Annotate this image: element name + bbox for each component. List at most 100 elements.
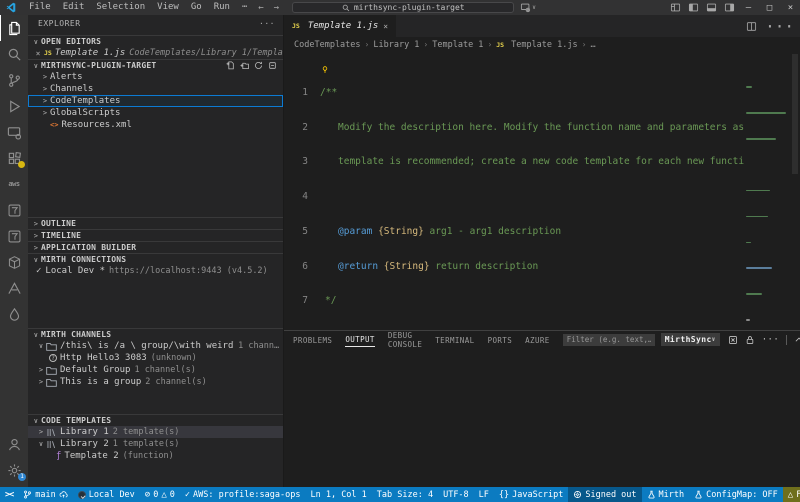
- explorer-more-actions-icon[interactable]: ···: [259, 19, 275, 28]
- library-row[interactable]: > Library 1 2 template(s): [28, 426, 283, 438]
- toggle-panel-icon[interactable]: [703, 1, 719, 14]
- customize-layout-icon[interactable]: [667, 1, 683, 14]
- close-window-button[interactable]: ×: [781, 0, 800, 15]
- settings-button[interactable]: 1: [0, 457, 28, 483]
- channel-group-row[interactable]: > Default Group 1 channel(s): [28, 364, 283, 376]
- mirth-channels-header[interactable]: ∨ MIRTH CHANNELS: [28, 328, 283, 340]
- tab-template-1-js[interactable]: JS Template 1.js ×: [284, 15, 398, 37]
- language-status[interactable]: {} JavaScript: [494, 487, 568, 502]
- tab-problems[interactable]: PROBLEMS: [293, 333, 332, 347]
- channel-group-row[interactable]: > This is a group 2 channel(s): [28, 376, 283, 388]
- menu-go[interactable]: Go: [185, 0, 208, 15]
- outline-header[interactable]: > OUTLINE: [28, 217, 283, 229]
- project-root-header[interactable]: ∨ MIRTHSYNC-PLUGIN-TARGET: [28, 59, 283, 71]
- tab-debug-console[interactable]: DEBUG CONSOLE: [388, 328, 422, 351]
- activity-source-control-button[interactable]: [0, 67, 28, 93]
- minimap[interactable]: [744, 62, 790, 322]
- open-editors-header[interactable]: ∨ OPEN EDITORS: [28, 35, 283, 47]
- activity-run-debug-button[interactable]: [0, 93, 28, 119]
- breadcrumb-item[interactable]: Library 1: [373, 40, 419, 50]
- breadcrumb-item[interactable]: CodeTemplates: [294, 40, 361, 50]
- output-content[interactable]: [284, 348, 800, 487]
- tree-item-codetemplates[interactable]: > CodeTemplates: [28, 95, 283, 107]
- open-editor-item[interactable]: × JS Template 1.js CodeTemplates/Library…: [28, 47, 283, 59]
- menu-selection[interactable]: Selection: [90, 0, 151, 15]
- panel-more-actions-icon[interactable]: ···: [762, 335, 779, 345]
- new-file-icon[interactable]: [226, 61, 235, 70]
- breadcrumb-item[interactable]: Template 1: [432, 40, 483, 50]
- menu-view[interactable]: View: [151, 0, 185, 15]
- mirth-connection-item[interactable]: ✓ Local Dev * https://localhost:9443 (v4…: [28, 265, 283, 277]
- code-editor[interactable]: 1/** 2 Modify the description here. Modif…: [284, 52, 800, 330]
- timeline-header[interactable]: > TIMELINE: [28, 229, 283, 241]
- lock-auto-scroll-icon[interactable]: [745, 335, 755, 345]
- output-filter-input[interactable]: [562, 333, 655, 346]
- menu-file[interactable]: File: [23, 0, 57, 15]
- channel-group-row[interactable]: ∨ /this\ is /a \ group/\with weird\chara…: [28, 340, 283, 352]
- encoding-status[interactable]: UTF-8: [438, 487, 474, 502]
- configmap-status[interactable]: ConfigMap: OFF: [689, 487, 783, 502]
- accounts-button[interactable]: [0, 431, 28, 457]
- split-editor-icon[interactable]: [746, 21, 757, 32]
- collapse-all-icon[interactable]: [268, 61, 277, 70]
- toggle-secondary-sidebar-icon[interactable]: [721, 1, 737, 14]
- remote-indicator[interactable]: ><: [0, 487, 18, 502]
- maximize-button[interactable]: □: [760, 0, 779, 15]
- tab-ports[interactable]: PORTS: [488, 333, 513, 347]
- mirth-connections-header[interactable]: ∨ MIRTH CONNECTIONS: [28, 253, 283, 265]
- nav-forward-icon[interactable]: →: [269, 3, 284, 13]
- signed-out-status[interactable]: Signed out: [568, 487, 642, 502]
- activity-application-builder-button[interactable]: [0, 249, 28, 275]
- minimize-button[interactable]: –: [739, 0, 758, 15]
- branch-status[interactable]: main: [18, 487, 72, 502]
- menu-edit[interactable]: Edit: [57, 0, 91, 15]
- close-tab-icon[interactable]: ×: [383, 22, 388, 31]
- close-editor-icon[interactable]: ×: [32, 49, 44, 58]
- force-status[interactable]: △ Force: ON: [782, 487, 800, 502]
- code-templates-header[interactable]: ∨ CODE TEMPLATES: [28, 414, 283, 426]
- menu-overflow[interactable]: ⋯: [236, 0, 253, 15]
- command-center-search[interactable]: mirthsync-plugin-target: [292, 2, 515, 13]
- nav-back-icon[interactable]: ←: [253, 3, 268, 13]
- tree-item-resources-xml[interactable]: <> Resources.xml: [28, 119, 283, 131]
- application-builder-header[interactable]: > APPLICATION BUILDER: [28, 241, 283, 253]
- activity-azure-button[interactable]: [0, 275, 28, 301]
- editor-more-actions-icon[interactable]: ···: [765, 17, 794, 36]
- session-settings-button[interactable]: ∨: [520, 2, 536, 13]
- channel-row[interactable]: ? Http Hello3 3083 (unknown): [28, 352, 283, 364]
- mirth-connection-status[interactable]: Local Dev: [73, 487, 140, 502]
- template-row[interactable]: ƒ Template 2 (function): [28, 450, 283, 462]
- aws-profile-status[interactable]: ✓ AWS: profile:saga-ops: [180, 487, 306, 502]
- activity-extensions-button[interactable]: [0, 145, 28, 171]
- tree-item-alerts[interactable]: > Alerts: [28, 71, 283, 83]
- activity-mirth-button[interactable]: [0, 223, 28, 249]
- editor-scrollbar[interactable]: [790, 52, 800, 330]
- library-row[interactable]: ∨ Library 2 1 template(s): [28, 438, 283, 450]
- activity-mirth-admin-button[interactable]: [0, 197, 28, 223]
- activity-remote-explorer-button[interactable]: [0, 119, 28, 145]
- maximize-panel-icon[interactable]: [794, 335, 800, 345]
- tab-size-status[interactable]: Tab Size: 4: [372, 487, 438, 502]
- output-channel-select[interactable]: MirthSync ∨: [660, 333, 720, 346]
- breadcrumb-item[interactable]: Template 1.js: [511, 40, 578, 50]
- tree-item-channels[interactable]: > Channels: [28, 83, 283, 95]
- new-folder-icon[interactable]: [240, 61, 249, 70]
- tree-item-globalscripts[interactable]: > GlobalScripts: [28, 107, 283, 119]
- activity-explorer-button[interactable]: [0, 15, 28, 41]
- toggle-sidebar-icon[interactable]: [685, 1, 701, 14]
- breadcrumb-item[interactable]: …: [590, 40, 595, 50]
- eol-status[interactable]: LF: [474, 487, 494, 502]
- tab-terminal[interactable]: TERMINAL: [435, 333, 474, 347]
- problems-status[interactable]: ⊘ 0 △ 0: [140, 487, 180, 502]
- mirth-status[interactable]: Mirth: [642, 487, 690, 502]
- tab-output[interactable]: OUTPUT: [345, 332, 375, 347]
- activity-aws-button[interactable]: aws: [0, 171, 28, 197]
- clear-output-icon[interactable]: [728, 335, 738, 345]
- activity-drop-button[interactable]: [0, 301, 28, 327]
- refresh-icon[interactable]: [254, 61, 263, 70]
- menu-run[interactable]: Run: [208, 0, 236, 15]
- cursor-position-status[interactable]: Ln 1, Col 1: [305, 487, 371, 502]
- tab-azure[interactable]: AZURE: [525, 333, 550, 347]
- lightbulb-icon[interactable]: [321, 65, 329, 74]
- activity-search-button[interactable]: [0, 41, 28, 67]
